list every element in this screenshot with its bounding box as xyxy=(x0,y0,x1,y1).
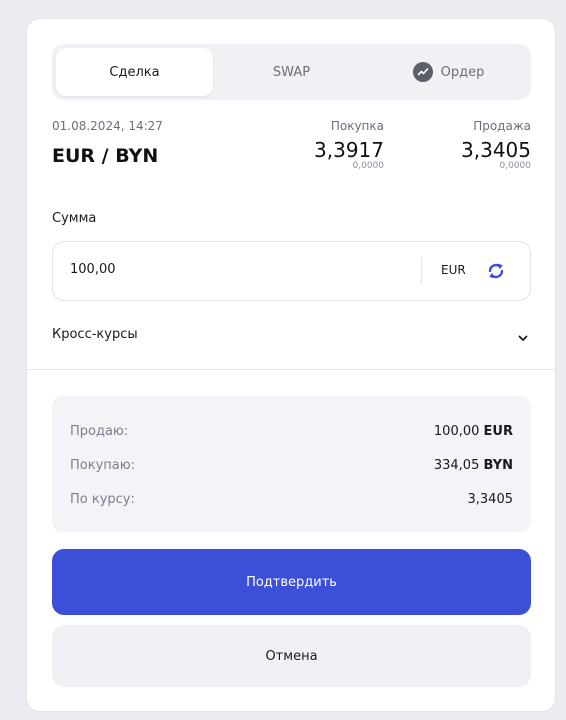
buy-rate-change: 0,0000 xyxy=(352,161,385,171)
sell-rate-change: 0,0000 xyxy=(499,161,532,171)
section-divider xyxy=(27,369,555,370)
summary-sell-row: Продаю: 100,00 EUR xyxy=(70,424,513,444)
summary-buy-amount: 334,05 xyxy=(433,458,480,473)
amount-currency[interactable]: EUR xyxy=(441,263,466,277)
sell-rate-value: 3,3405 xyxy=(461,138,531,162)
tab-order[interactable]: Ордер xyxy=(370,48,527,96)
rate-datetime: 01.08.2024, 14:27 xyxy=(52,119,163,133)
summary-sell-label: Продаю: xyxy=(70,424,129,439)
summary-rate-value: 3,3405 xyxy=(467,492,514,507)
summary-sell-value: 100,00 EUR xyxy=(434,424,513,439)
sell-rate: Продажа 3,3405 0,0000 xyxy=(461,119,531,171)
summary-rate-row: По курсу: 3,3405 xyxy=(70,492,513,512)
tab-deal[interactable]: Сделка xyxy=(56,48,213,96)
trend-chart-icon xyxy=(412,62,433,82)
refresh-icon[interactable] xyxy=(485,260,507,282)
summary-sell-amount: 100,00 xyxy=(433,424,480,439)
deal-type-tabs: Сделка SWAP Ордер xyxy=(52,44,531,100)
amount-divider xyxy=(421,258,422,284)
deal-summary: Продаю: 100,00 EUR Покупаю: 334,05 BYN П… xyxy=(52,396,531,532)
cross-rates-toggle[interactable]: Кросс-курсы xyxy=(52,325,531,347)
tab-order-label: Ордер xyxy=(440,64,485,80)
confirm-button[interactable]: Подтвердить xyxy=(52,549,531,615)
buy-rate-label: Покупка xyxy=(330,119,384,133)
currency-pair: EUR / BYN xyxy=(52,145,159,167)
summary-sell-currency: EUR xyxy=(483,424,513,439)
rate-info: 01.08.2024, 14:27 EUR / BYN Покупка 3,39… xyxy=(52,119,531,189)
tab-swap-label: SWAP xyxy=(272,64,311,80)
buy-rate-value: 3,3917 xyxy=(314,138,384,162)
amount-field[interactable]: 100,00 EUR xyxy=(52,241,531,301)
cross-rates-label: Кросс-курсы xyxy=(52,327,138,342)
tab-swap[interactable]: SWAP xyxy=(213,48,370,96)
summary-buy-row: Покупаю: 334,05 BYN xyxy=(70,458,513,478)
summary-buy-label: Покупаю: xyxy=(70,458,136,473)
summary-buy-currency: BYN xyxy=(483,458,514,473)
cancel-button[interactable]: Отмена xyxy=(52,625,531,687)
tab-deal-label: Сделка xyxy=(109,64,160,80)
deal-card: Сделка SWAP Ордер 01.08.2024, 14:27 EUR … xyxy=(26,18,556,712)
buy-rate: Покупка 3,3917 0,0000 xyxy=(314,119,384,171)
amount-input-value[interactable]: 100,00 xyxy=(70,262,116,277)
sell-rate-label: Продажа xyxy=(473,119,531,133)
chevron-down-icon[interactable] xyxy=(517,329,529,348)
amount-label: Сумма xyxy=(52,211,97,226)
summary-rate-label: По курсу: xyxy=(70,492,135,507)
summary-buy-value: 334,05 BYN xyxy=(434,458,513,473)
